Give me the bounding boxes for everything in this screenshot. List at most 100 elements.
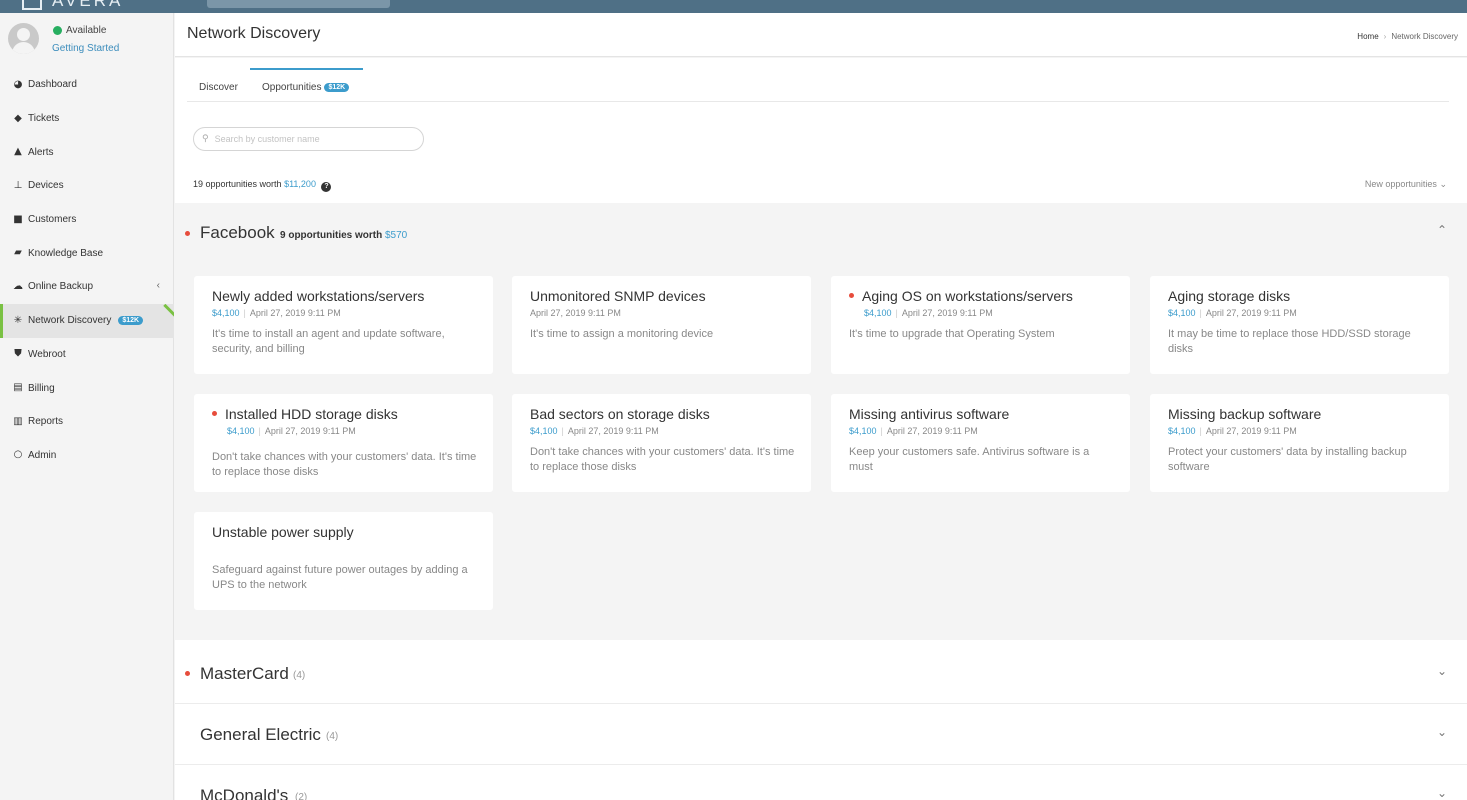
meta-separator: | bbox=[1199, 426, 1202, 436]
top-bar: AVERA bbox=[0, 0, 1467, 13]
search-icon: ⚲ bbox=[202, 134, 209, 144]
opportunity-card[interactable]: Bad sectors on storage disks $4,100 | Apri… bbox=[512, 394, 811, 492]
sidebar-item-label: Admin bbox=[28, 449, 57, 461]
card-meta: $4,100 | April 27, 2019 9:11 PM bbox=[849, 426, 978, 436]
new-ribbon-icon bbox=[160, 304, 174, 318]
customer-search[interactable]: ⚲ bbox=[193, 127, 424, 151]
summary-text: 19 opportunities worth bbox=[193, 179, 282, 189]
sidebar-item-reports[interactable]: ▥ Reports bbox=[0, 405, 174, 439]
meta-separator: | bbox=[258, 426, 261, 436]
card-date: April 27, 2019 9:11 PM bbox=[1205, 308, 1297, 318]
tab-label: Opportunities bbox=[262, 82, 322, 93]
group-count: (4) bbox=[326, 731, 339, 742]
card-date: April 27, 2019 9:11 PM bbox=[530, 308, 621, 318]
brand-logo[interactable]: AVERA bbox=[52, 0, 123, 11]
tab-label: Discover bbox=[199, 82, 238, 93]
sidebar-item-tickets[interactable]: ◆ Tickets bbox=[0, 102, 174, 136]
card-meta: April 27, 2019 9:11 PM bbox=[530, 308, 621, 318]
card-meta: $4,100 | April 27, 2019 9:11 PM bbox=[227, 426, 356, 436]
user-panel: Available Getting Started bbox=[8, 21, 168, 61]
opportunity-card[interactable]: Aging storage disks $4,100 | April 27, 201… bbox=[1150, 276, 1449, 374]
chevron-up-icon[interactable]: ⌃ bbox=[1437, 223, 1447, 237]
card-title: Installed HDD storage disks bbox=[212, 406, 398, 422]
sidebar-item-label: Billing bbox=[28, 382, 55, 394]
user-status[interactable]: Available bbox=[66, 25, 106, 36]
alert-dot-icon bbox=[849, 293, 854, 298]
chevron-down-icon[interactable]: ⌄ bbox=[1437, 725, 1447, 739]
warning-icon: ▲ bbox=[14, 146, 22, 158]
sidebar-item-alerts[interactable]: ▲ Alerts bbox=[0, 135, 174, 169]
opportunity-card[interactable]: Unmonitored SNMP devices April 27, 2019 … bbox=[512, 276, 811, 374]
card-price: $4,100 bbox=[227, 426, 255, 436]
sidebar-nav: ◕ Dashboard ◆ Tickets ▲ Alerts ⊥ Devices… bbox=[0, 68, 174, 472]
customer-group-general-electric[interactable]: General Electric (4) ⌄ bbox=[175, 704, 1467, 764]
sidebar-item-label: Dashboard bbox=[28, 79, 77, 91]
card-date: April 27, 2019 9:11 PM bbox=[249, 308, 341, 318]
card-meta: $4,100 | April 27, 2019 9:11 PM bbox=[864, 308, 993, 318]
meta-separator: | bbox=[561, 426, 564, 436]
breadcrumb: Home › Network Discovery bbox=[1357, 32, 1458, 41]
help-icon[interactable]: ? bbox=[321, 182, 332, 192]
sidebar-item-customers[interactable]: ■ Customers bbox=[0, 203, 174, 237]
sidebar-item-label: Webroot bbox=[28, 348, 66, 360]
sidebar-item-network-discovery[interactable]: ✳ Network Discovery $12K bbox=[0, 303, 174, 338]
opportunity-card[interactable]: Aging OS on workstations/servers $4,100 |… bbox=[831, 276, 1130, 374]
page-title: Network Discovery bbox=[187, 25, 321, 42]
customer-group-mastercard[interactable]: MasterCard (4) ⌄ bbox=[175, 640, 1467, 703]
sidebar-item-dashboard[interactable]: ◕ Dashboard bbox=[0, 68, 174, 102]
logo-icon bbox=[22, 0, 42, 10]
alert-dot-icon bbox=[185, 671, 190, 676]
network-icon: ✳ bbox=[13, 314, 23, 326]
sidebar-item-webroot[interactable]: ⛊ Webroot bbox=[0, 338, 174, 372]
sort-dropdown[interactable]: New opportunities ⌄ bbox=[1365, 179, 1447, 190]
group-name: Facebook bbox=[200, 223, 275, 242]
sidebar-item-admin[interactable]: ○ Admin bbox=[0, 439, 174, 473]
tab-bar: Discover Opportunities $12K bbox=[187, 68, 1449, 102]
opportunity-card[interactable]: Missing backup software $4,100 | April 27,… bbox=[1150, 394, 1449, 492]
sort-label: New opportunities bbox=[1364, 179, 1437, 189]
opportunity-card[interactable]: Installed HDD storage disks $4,100 | April… bbox=[194, 394, 493, 492]
group-header[interactable]: Facebook 9 opportunities worth $570 ⌃ bbox=[175, 203, 1467, 263]
sidebar-item-billing[interactable]: ▤ Billing bbox=[0, 371, 174, 405]
chevron-down-icon[interactable]: ⌄ bbox=[1437, 664, 1447, 678]
breadcrumb-home-link[interactable]: Home bbox=[1357, 32, 1378, 41]
group-name: General Electric bbox=[200, 725, 321, 744]
sidebar-item-knowledge-base[interactable]: ▰ Knowledge Base bbox=[0, 236, 174, 270]
group-name: McDonald's bbox=[200, 786, 289, 800]
avatar[interactable] bbox=[8, 23, 39, 54]
shield-icon: ⛊ bbox=[14, 348, 22, 360]
alert-dot-icon bbox=[185, 231, 190, 236]
sidebar-item-devices[interactable]: ⊥ Devices bbox=[0, 169, 174, 203]
card-description: It's time to assign a monitoring device bbox=[530, 328, 714, 340]
chevron-down-icon[interactable]: ⌄ bbox=[1437, 786, 1447, 800]
card-price: $4,100 bbox=[864, 308, 892, 318]
book-icon: ▰ bbox=[14, 247, 22, 259]
getting-started-link[interactable]: Getting Started bbox=[52, 43, 119, 54]
group-count: (2) bbox=[295, 792, 308, 800]
circle-icon: ○ bbox=[13, 449, 23, 461]
sidebar-item-label: Alerts bbox=[28, 146, 54, 158]
card-description: Keep your customers safe. Antivirus soft… bbox=[849, 446, 1090, 473]
cloud-icon: ☁ bbox=[13, 280, 23, 292]
chevron-left-icon[interactable]: ‹ bbox=[157, 280, 160, 291]
sidebar-item-label: Knowledge Base bbox=[28, 247, 104, 259]
card-date: April 27, 2019 9:11 PM bbox=[264, 426, 356, 436]
card-description: Safeguard against future power outages b… bbox=[212, 564, 468, 591]
sidebar-item-online-backup[interactable]: ☁ Online Backup ‹ bbox=[0, 270, 174, 304]
card-price: $4,100 bbox=[530, 426, 558, 436]
nav-badge: $12K bbox=[118, 316, 144, 326]
card-title-text: Aging OS on workstations/servers bbox=[862, 288, 1073, 304]
tab-discover[interactable]: Discover bbox=[199, 68, 238, 102]
search-input[interactable] bbox=[214, 134, 405, 144]
opportunity-card[interactable]: Missing antivirus software $4,100 | April … bbox=[831, 394, 1130, 492]
global-search-bar[interactable] bbox=[207, 0, 390, 8]
tab-opportunities[interactable]: Opportunities $12K bbox=[250, 68, 363, 102]
opportunity-card[interactable]: Newly added workstations/servers $4,100 |… bbox=[194, 276, 493, 374]
chevron-down-icon: ⌄ bbox=[1439, 179, 1447, 189]
sidebar-item-label: Customers bbox=[28, 214, 77, 226]
card-description: It's time to upgrade that Operating Syst… bbox=[849, 328, 1055, 340]
tags-icon: ◆ bbox=[14, 112, 22, 124]
opportunity-card[interactable]: Unstable power supply Safeguard against … bbox=[194, 512, 493, 610]
customer-group-mcdonalds[interactable]: McDonald's (2) ⌄ bbox=[175, 765, 1467, 800]
card-title: Missing backup software bbox=[1168, 406, 1322, 422]
